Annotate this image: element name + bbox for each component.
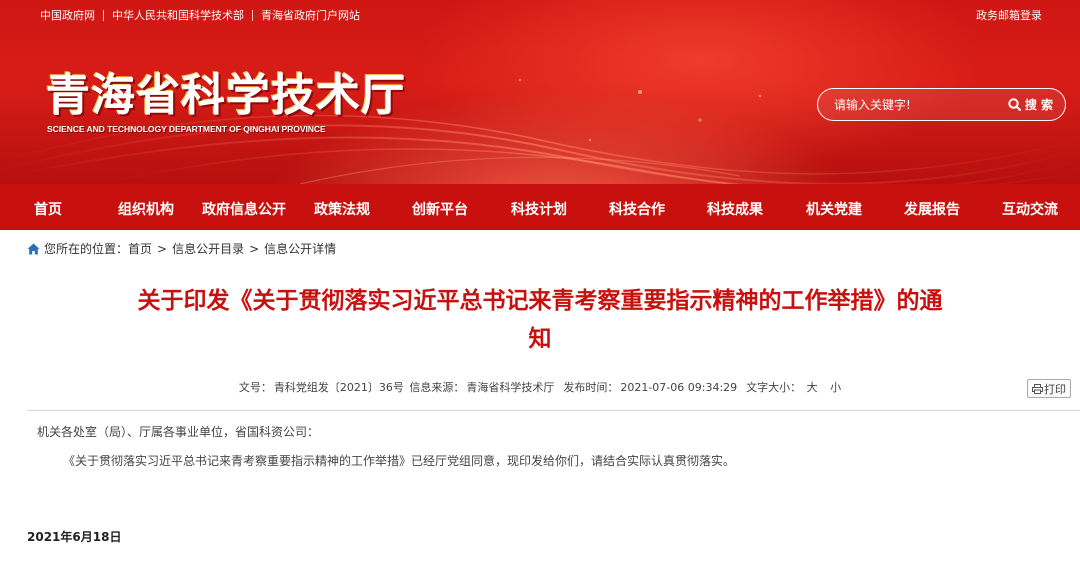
nav-item-gov-info[interactable]: 政府信息公开 [202,199,286,219]
main-nav: 首页 组织机构 政府信息公开 政策法规 创新平台 科技计划 科技合作 科技成果 … [0,184,1080,230]
mailbox-login-link[interactable]: 政务邮箱登录 [976,7,1042,23]
breadcrumb: 您所在的位置： 首页 > 信息公开目录 > 信息公开详情 [27,240,336,257]
search-button-label: 搜 索 [1024,98,1053,112]
nav-item-home[interactable]: 首页 [34,199,62,219]
font-size-small[interactable]: 小 [830,381,841,394]
breadcrumb-separator: > [157,241,168,256]
breadcrumb-prefix: 您所在的位置： [44,242,129,256]
top-link-qinghai-portal[interactable]: 青海省政府门户网站 [261,7,360,23]
article-salutation: 机关各处室（局）、厅属各事业单位，省国科资公司： [37,425,320,439]
print-label: 打印 [1044,382,1066,396]
doc-no: 青科党组发〔2021〕36号 [273,381,404,394]
font-size-large[interactable]: 大 [807,381,818,394]
nav-item-sci-plan[interactable]: 科技计划 [511,199,567,219]
header-banner: 中国政府网 中华人民共和国科学技术部 青海省政府门户网站 政务邮箱登录 青海省科… [0,0,1080,184]
article-meta: 文号： 青科党组发〔2021〕36号 信息来源： 青海省科学技术厅 发布时间： 202… [0,379,1080,395]
nav-item-interaction[interactable]: 互动交流 [1002,199,1058,219]
article-date: 2021年6月18日 [27,530,122,544]
source-label: 信息来源： [409,381,465,394]
source: 青海省科学技术厅 [466,381,555,394]
breadcrumb-home[interactable]: 首页 [128,240,152,257]
publish-time-label: 发布时间： [563,381,619,394]
top-link-most[interactable]: 中华人民共和国科学技术部 [112,7,244,23]
doc-no-label: 文号： [238,381,272,394]
top-link-gov-cn[interactable]: 中国政府网 [40,7,95,23]
search-input[interactable] [818,89,1008,120]
top-link-divider [103,9,104,21]
nav-item-achievements[interactable]: 科技成果 [707,199,763,219]
publish-time: 2021-07-06 09:34:29 [620,381,738,394]
breadcrumb-detail[interactable]: 信息公开详情 [264,240,336,257]
article-title: 关于印发《关于贯彻落实习近平总书记来青考察重要指示精神的工作举措》的通知 [137,288,943,352]
breadcrumb-catalog[interactable]: 信息公开目录 [172,240,244,257]
nav-item-cooperation[interactable]: 科技合作 [609,199,665,219]
nav-item-organization[interactable]: 组织机构 [118,199,174,219]
font-size-label: 文字大小： [746,381,802,394]
site-logo-subtitle: SCIENCE AND TECHNOLOGY DEPARTMENT OF QIN… [47,124,326,134]
nav-item-policy[interactable]: 政策法规 [314,199,370,219]
search-button[interactable]: 搜 索 [1008,96,1065,113]
printer-icon [1032,383,1043,394]
nav-item-innovation[interactable]: 创新平台 [412,199,468,219]
article-body-paragraph: 《关于贯彻落实习近平总书记来青考察重要指示精神的工作举措》已经厅党组同意，现印发… [63,454,736,468]
top-link-divider [252,9,253,21]
content-divider [27,410,1080,411]
top-links: 中国政府网 中华人民共和国科学技术部 青海省政府门户网站 [40,7,360,23]
site-logo-title[interactable]: 青海省科学技术厅 [46,70,406,122]
nav-item-report[interactable]: 发展报告 [904,199,960,219]
search-icon [1008,98,1021,111]
nav-item-party[interactable]: 机关党建 [806,199,862,219]
print-button[interactable]: 打印 [1027,379,1071,398]
search-box: 搜 索 [817,88,1066,121]
breadcrumb-separator: > [249,241,260,256]
home-icon [27,243,40,254]
